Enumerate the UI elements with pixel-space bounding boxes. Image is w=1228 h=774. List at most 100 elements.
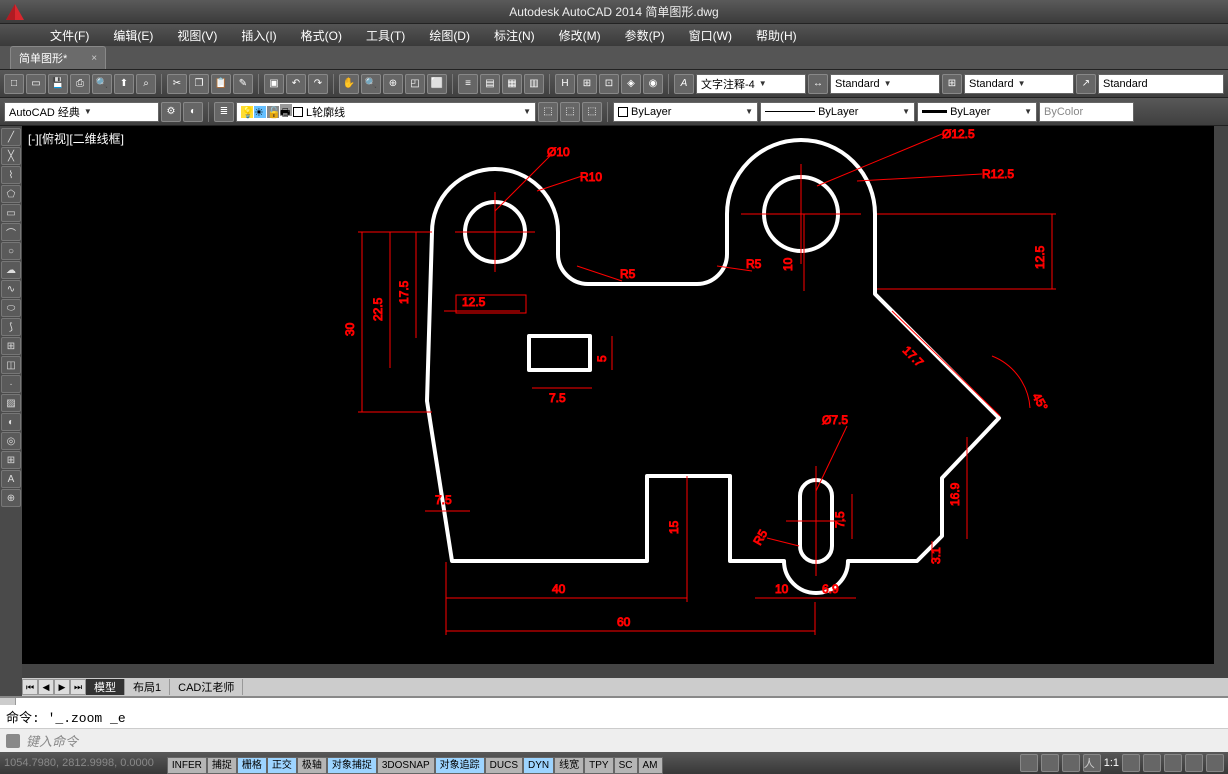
status-btn-线宽[interactable]: 线宽 — [554, 757, 584, 774]
cut-icon[interactable]: ✂ — [167, 74, 187, 94]
status-btn-正交[interactable]: 正交 — [267, 757, 297, 774]
circle-icon[interactable]: ○ — [1, 242, 21, 260]
block-icon[interactable]: ▣ — [264, 74, 284, 94]
status-btn-infer[interactable]: INFER — [167, 757, 207, 774]
menu-format[interactable]: 格式(O) — [289, 27, 354, 44]
redo-icon[interactable]: ↷ — [308, 74, 328, 94]
scrollbar-horizontal[interactable] — [22, 664, 1214, 678]
copy-icon[interactable]: ❐ — [189, 74, 209, 94]
zoom-win-icon[interactable]: ◰ — [405, 74, 425, 94]
mtext-icon[interactable]: A — [1, 470, 21, 488]
menu-view[interactable]: 视图(V) — [165, 27, 229, 44]
coordinates[interactable]: 1054.7980, 2812.9998, 0.0000 — [4, 757, 154, 769]
layout1-tab[interactable]: 布局1 — [125, 679, 170, 695]
color-dropdown[interactable]: ByLayer▼ — [613, 102, 758, 122]
new-icon[interactable]: □ — [4, 74, 24, 94]
tool-icon[interactable]: ▦ — [502, 74, 522, 94]
cmd-grip[interactable] — [0, 698, 16, 705]
h2-icon[interactable]: ⊞ — [577, 74, 597, 94]
status-btn-极轴[interactable]: 极轴 — [297, 757, 327, 774]
status-btn-栅格[interactable]: 栅格 — [237, 757, 267, 774]
ws-switch-icon[interactable] — [1143, 754, 1161, 772]
status-btn-sc[interactable]: SC — [614, 757, 638, 774]
drawing-canvas[interactable]: [-][俯视][二维线框] Ø10 R10 Ø12.5 — [22, 126, 1228, 696]
prop-icon[interactable]: ≡ — [458, 74, 478, 94]
pline-icon[interactable]: ⌇ — [1, 166, 21, 184]
status-btn-捕捉[interactable]: 捕捉 — [207, 757, 237, 774]
grid-display-icon[interactable] — [1041, 754, 1059, 772]
menu-help[interactable]: 帮助(H) — [744, 27, 809, 44]
status-btn-对象捕捉[interactable]: 对象捕捉 — [327, 757, 377, 774]
zoom-icon[interactable]: ⊕ — [383, 74, 403, 94]
status-btn-对象追踪[interactable]: 对象追踪 — [435, 757, 485, 774]
viewport-icon[interactable] — [1062, 754, 1080, 772]
point-icon[interactable]: · — [1, 375, 21, 393]
layer-prev-icon[interactable]: ⬚ — [560, 102, 580, 122]
tab-prev-icon[interactable]: ◀ — [38, 679, 54, 695]
file-tab-active[interactable]: 简单图形* × — [10, 46, 106, 69]
h3-icon[interactable]: ⊡ — [599, 74, 619, 94]
text-style-dropdown[interactable]: 文字注释-4▼ — [696, 74, 806, 94]
menu-edit[interactable]: 编辑(E) — [101, 27, 165, 44]
menu-file[interactable]: 文件(F) — [38, 27, 101, 44]
command-input[interactable]: 键入命令 — [0, 728, 1228, 752]
h4-icon[interactable]: ◈ — [621, 74, 641, 94]
layer-prop-icon[interactable]: ≣ — [214, 102, 234, 122]
paste-icon[interactable]: 📋 — [211, 74, 231, 94]
gradient-icon[interactable]: ◐ — [1, 413, 21, 431]
scrollbar-vertical[interactable] — [1214, 126, 1228, 678]
menu-tools[interactable]: 工具(T) — [354, 27, 417, 44]
model-tab[interactable]: 模型 — [86, 679, 125, 695]
h1-icon[interactable]: H — [555, 74, 575, 94]
ws-gear-icon[interactable]: ⚙ — [161, 102, 181, 122]
scale-readout[interactable]: 1:1 — [1104, 757, 1119, 769]
table-icon[interactable]: ⊞ — [942, 74, 962, 94]
block-icon[interactable]: ◫ — [1, 356, 21, 374]
match-icon[interactable]: ✎ — [233, 74, 253, 94]
dim-style-dropdown[interactable]: Standard▼ — [830, 74, 940, 94]
hardware-icon[interactable] — [1164, 754, 1182, 772]
ws-save-icon[interactable]: ◐ — [183, 102, 203, 122]
linetype-dropdown[interactable]: ByLayer▼ — [760, 102, 915, 122]
command-window[interactable]: 命令: '_.zoom _e 键入命令 — [0, 696, 1228, 752]
publish-icon[interactable]: ⬆ — [114, 74, 134, 94]
ellipse-icon[interactable]: ⬭ — [1, 299, 21, 317]
region-icon[interactable]: ◎ — [1, 432, 21, 450]
isolate-icon[interactable] — [1185, 754, 1203, 772]
save-icon[interactable]: 💾 — [48, 74, 68, 94]
find-icon[interactable]: ⌕ — [136, 74, 156, 94]
lineweight-dropdown[interactable]: ByLayer▼ — [917, 102, 1037, 122]
tab-first-icon[interactable]: ⏮ — [22, 679, 38, 695]
layer-dropdown[interactable]: 💡☀🔓🖶 L轮廓线▼ — [236, 102, 536, 122]
rect-icon[interactable]: ▭ — [1, 204, 21, 222]
status-btn-am[interactable]: AM — [638, 757, 663, 774]
mleader-style-dropdown[interactable]: Standard — [1098, 74, 1224, 94]
sheet-icon[interactable]: ▤ — [480, 74, 500, 94]
workspace-dropdown[interactable]: AutoCAD 经典▼ — [4, 102, 159, 122]
table-style-dropdown[interactable]: Standard▼ — [964, 74, 1074, 94]
addsel-icon[interactable]: ⊕ — [1, 489, 21, 507]
zoom-all-icon[interactable]: ⬜ — [427, 74, 447, 94]
table-icon[interactable]: ⊞ — [1, 451, 21, 469]
insert-icon[interactable]: ⊞ — [1, 337, 21, 355]
app-logo[interactable] — [4, 2, 26, 22]
model-space-icon[interactable] — [1020, 754, 1038, 772]
undo-icon[interactable]: ↶ — [286, 74, 306, 94]
preview-icon[interactable]: 🔍 — [92, 74, 112, 94]
status-btn-tpy[interactable]: TPY — [584, 757, 613, 774]
menu-dimension[interactable]: 标注(N) — [482, 27, 547, 44]
tab-next-icon[interactable]: ▶ — [54, 679, 70, 695]
ellipsearc-icon[interactable]: ⟆ — [1, 318, 21, 336]
xline-icon[interactable]: ╳ — [1, 147, 21, 165]
zoom-rt-icon[interactable]: 🔍 — [361, 74, 381, 94]
pan-icon[interactable]: ✋ — [339, 74, 359, 94]
calc-icon[interactable]: ▥ — [524, 74, 544, 94]
status-btn-dyn[interactable]: DYN — [523, 757, 554, 774]
clean-icon[interactable] — [1206, 754, 1224, 772]
hatch-icon[interactable]: ▨ — [1, 394, 21, 412]
mleader-icon[interactable]: ↗ — [1076, 74, 1096, 94]
h5-icon[interactable]: ◉ — [643, 74, 663, 94]
menu-modify[interactable]: 修改(M) — [547, 27, 613, 44]
revcloud-icon[interactable]: ☁ — [1, 261, 21, 279]
status-btn-ducs[interactable]: DUCS — [485, 757, 523, 774]
